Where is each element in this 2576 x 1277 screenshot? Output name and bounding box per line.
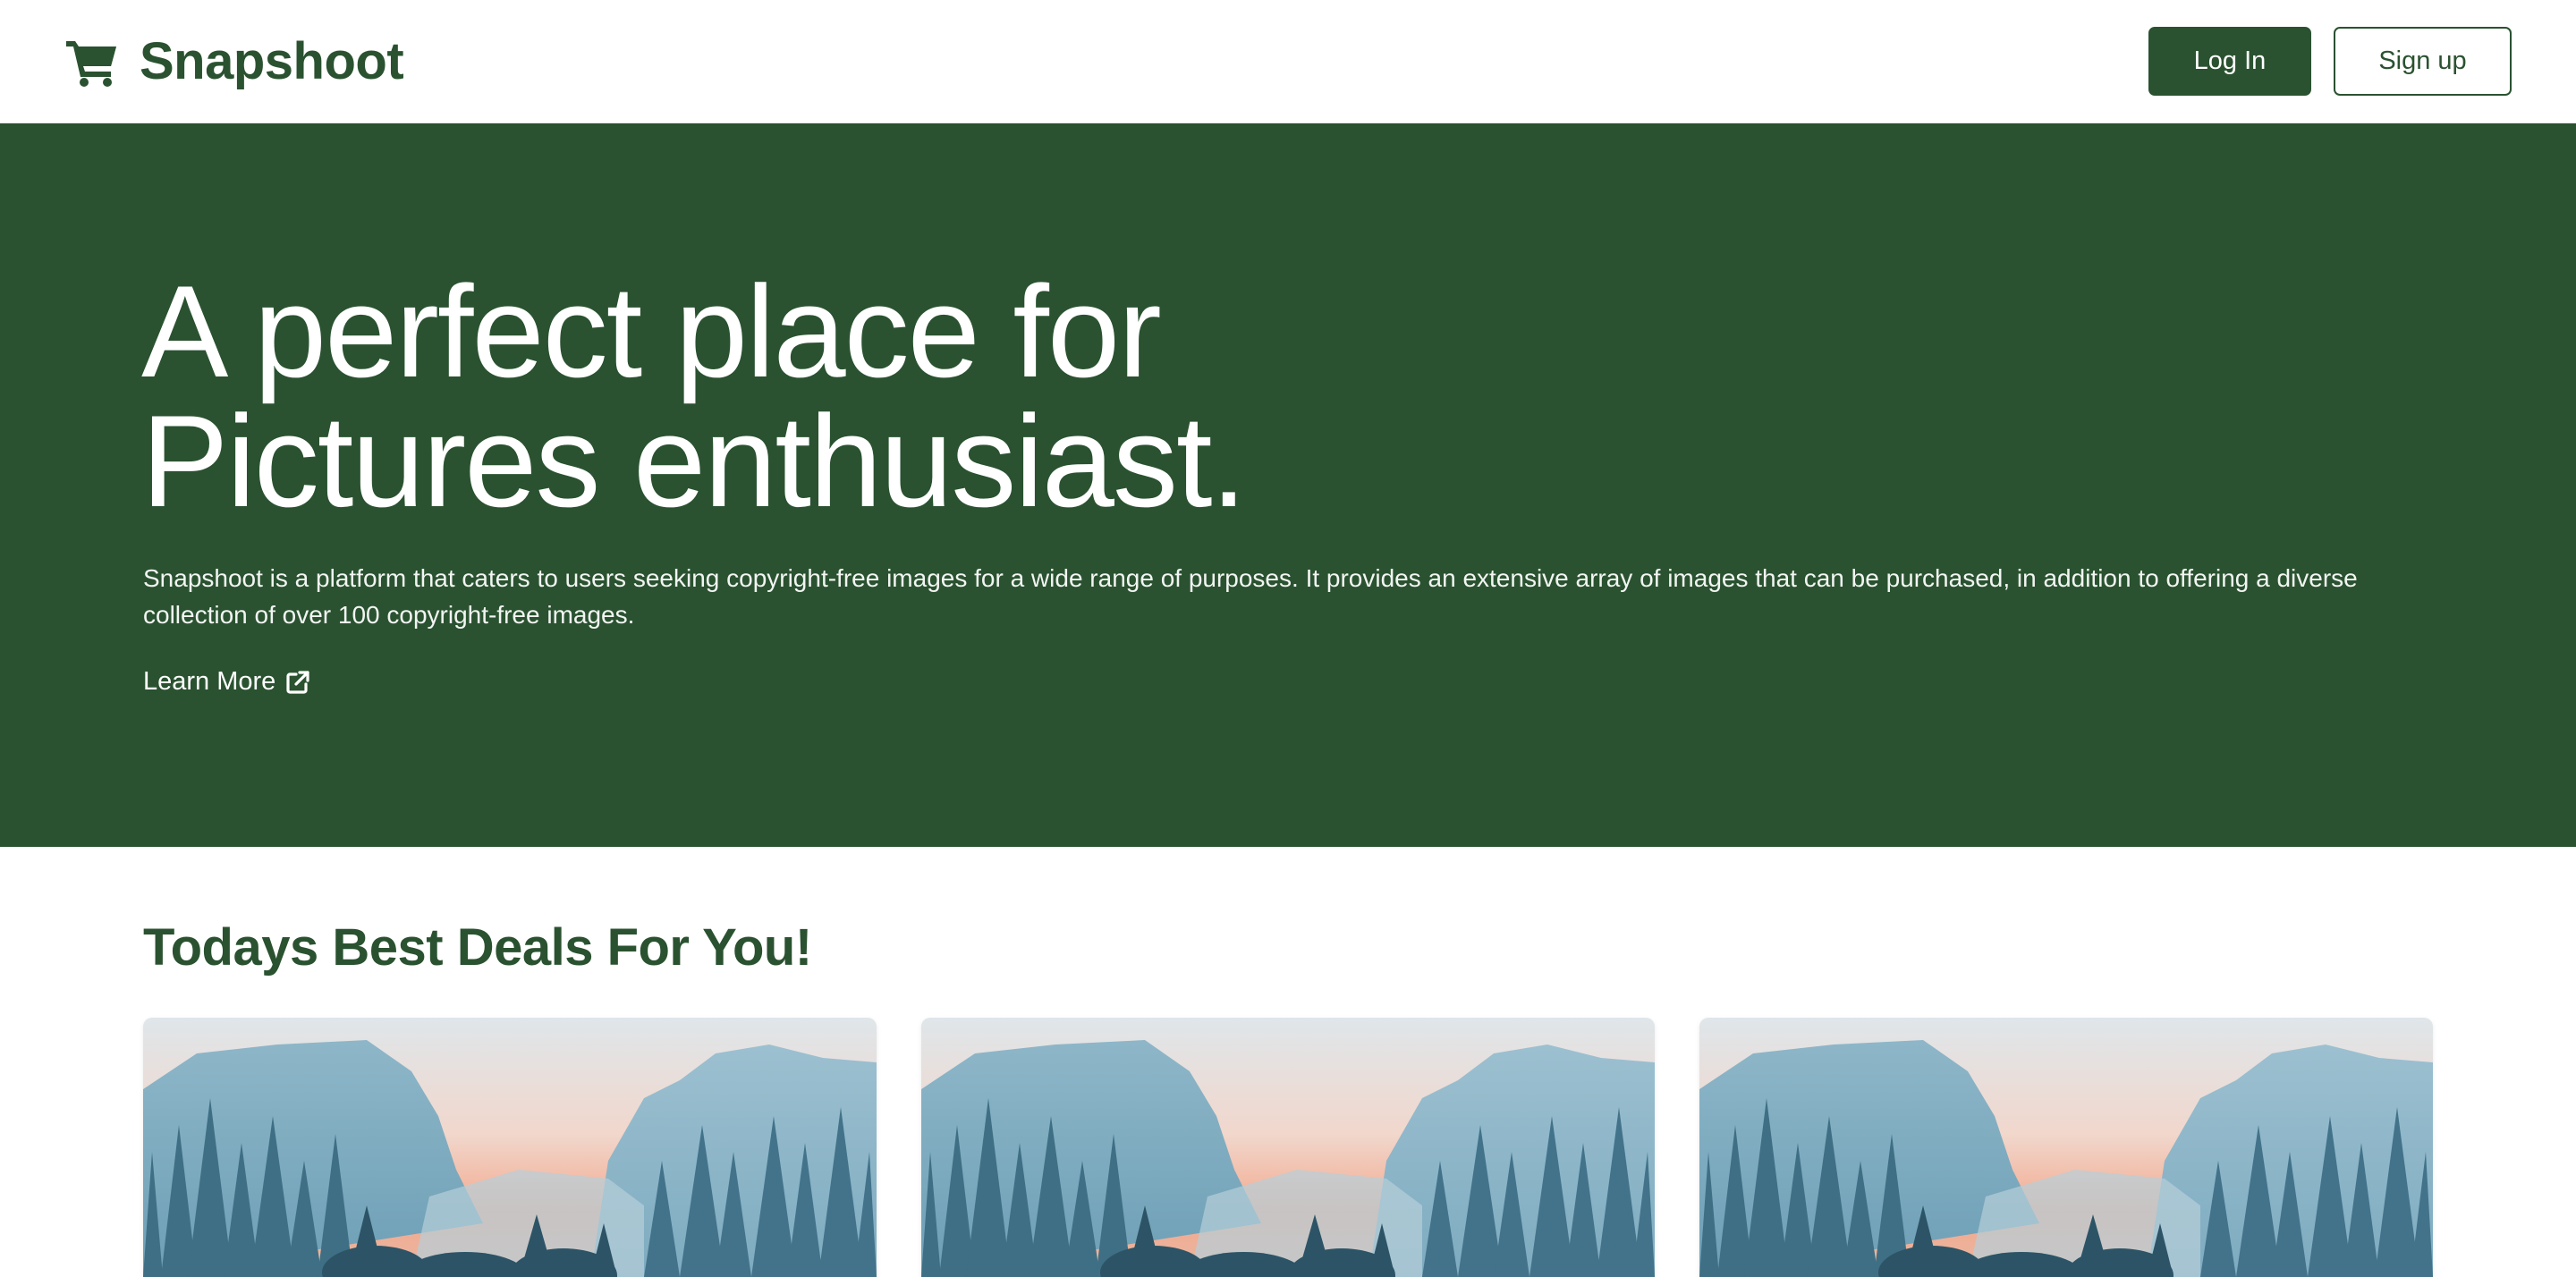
hero-section: A perfect place for Pictures enthusiast.…: [0, 123, 2576, 847]
deal-card-image: [1699, 1018, 2433, 1277]
deal-card[interactable]: [143, 1018, 877, 1277]
deal-card-image: [921, 1018, 1655, 1277]
login-button[interactable]: Log In: [2148, 27, 2311, 96]
navbar: Snapshoot Log In Sign up: [0, 0, 2576, 123]
nav-actions: Log In Sign up: [2148, 27, 2512, 96]
brand-logo[interactable]: Snapshoot: [64, 31, 404, 91]
hero-title-line-1: A perfect place for: [141, 258, 1162, 404]
deals-cards: [143, 1018, 2433, 1277]
shopping-cart-icon: [66, 40, 116, 87]
deals-title: Todays Best Deals For You!: [143, 918, 812, 977]
hero-title-line-2: Pictures enthusiast.: [141, 388, 1247, 534]
deal-card[interactable]: [1699, 1018, 2433, 1277]
hero-description: Snapshoot is a platform that caters to u…: [143, 564, 2358, 629]
signup-button[interactable]: Sign up: [2334, 27, 2512, 96]
learn-more-link[interactable]: Learn More: [143, 667, 311, 697]
hero-title: A perfect place for Pictures enthusiast.: [141, 266, 1247, 527]
deal-card-image: [143, 1018, 877, 1277]
external-link-icon: [286, 670, 309, 694]
learn-more-label: Learn More: [143, 667, 276, 696]
deal-card[interactable]: [921, 1018, 1655, 1277]
brand-name: Snapshoot: [140, 32, 404, 90]
